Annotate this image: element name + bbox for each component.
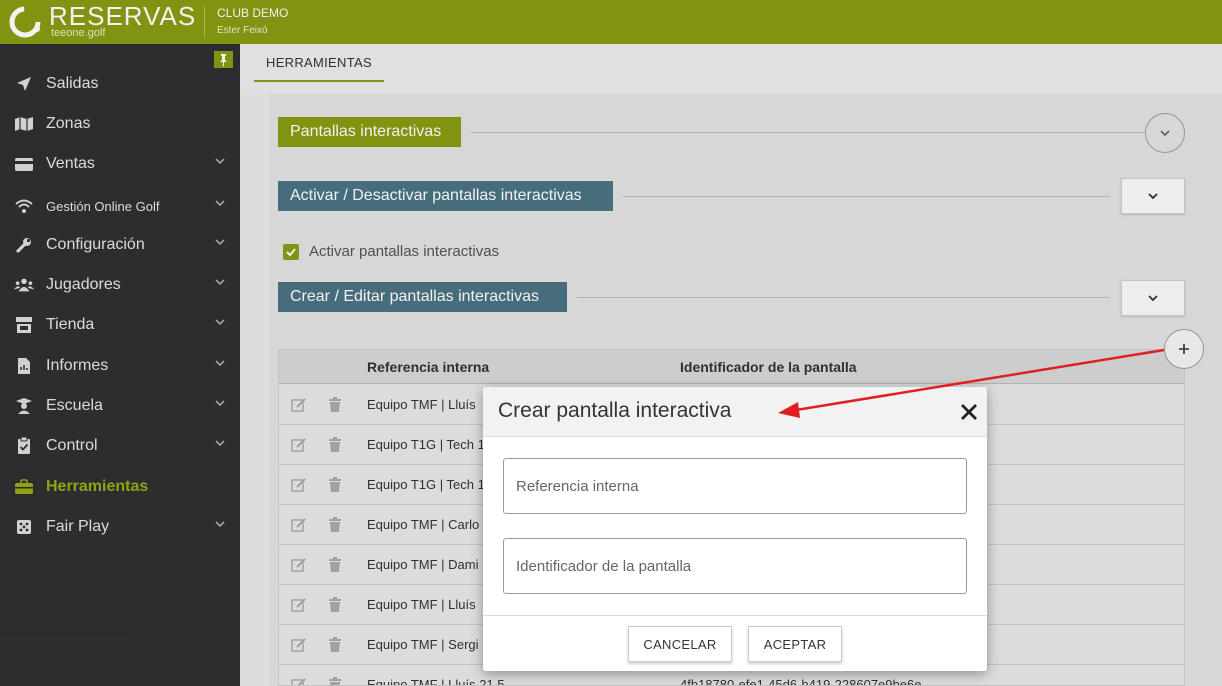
cancel-button[interactable]: CANCELAR bbox=[628, 626, 732, 662]
crear-pantalla-modal: Crear pantalla interactiva CANCELAR ACEP… bbox=[483, 387, 987, 671]
close-icon[interactable] bbox=[959, 402, 979, 422]
modal-title: Crear pantalla interactiva bbox=[498, 399, 732, 422]
modal-header: Crear pantalla interactiva bbox=[483, 387, 987, 437]
modal-footer-divider bbox=[483, 615, 987, 616]
referencia-interna-input[interactable] bbox=[503, 458, 967, 514]
accept-button[interactable]: ACEPTAR bbox=[748, 626, 842, 662]
identificador-pantalla-input[interactable] bbox=[503, 538, 967, 594]
